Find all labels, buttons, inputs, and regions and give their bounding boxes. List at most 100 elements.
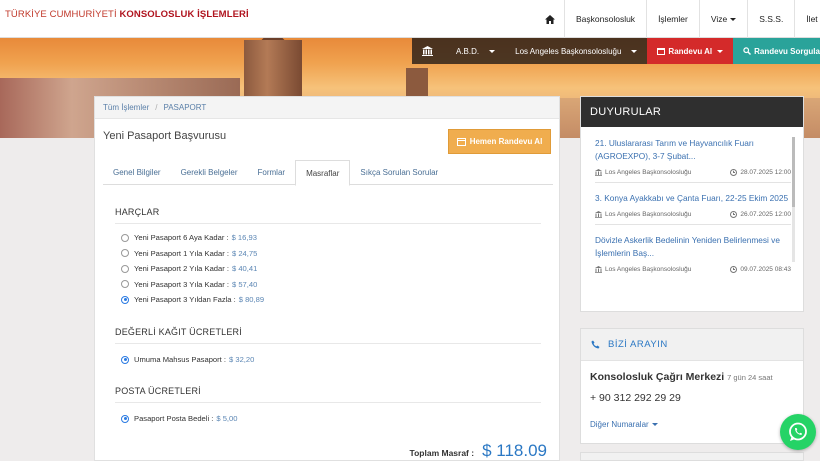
- fee-label: Yeni Pasaport 2 Yıla Kadar :: [134, 264, 229, 274]
- fee-option[interactable]: Yeni Pasaport 2 Yıla Kadar : $ 40,41: [115, 261, 541, 277]
- radio-button[interactable]: [121, 355, 129, 364]
- scrollbar-thumb[interactable]: [792, 137, 795, 207]
- consulate-label: Los Angeles Başkonsolosluğu: [515, 46, 622, 56]
- randevu-al-label: Randevu Al: [668, 46, 713, 56]
- announcements-panel: DUYURULAR 21. Uluslararası Tarım ve Hayv…: [580, 96, 804, 312]
- menu-islemler[interactable]: İşlemler: [646, 0, 699, 38]
- chevron-down-icon: [489, 49, 496, 53]
- menu-label: Vize: [710, 14, 728, 24]
- breadcrumb-root[interactable]: Tüm İşlemler: [103, 103, 149, 112]
- fee-option[interactable]: Yeni Pasaport 1 Yıla Kadar : $ 24,75: [115, 246, 541, 262]
- building-icon: [595, 169, 602, 176]
- other-numbers-dropdown[interactable]: Diğer Numaralar: [590, 420, 658, 429]
- call-heading-label: BİZİ ARAYIN: [608, 339, 668, 350]
- calendar-icon: [657, 48, 666, 55]
- fee-option[interactable]: Yeni Pasaport 3 Yıla Kadar : $ 57,40: [115, 277, 541, 293]
- total-label: Toplam Masraf :: [409, 448, 475, 458]
- posta-section: POSTA ÜCRETLERİ Pasaport Posta Bedeli : $…: [115, 386, 541, 427]
- fee-option[interactable]: Yeni Pasaport 3 Yıldan Fazla : $ 80,89: [115, 292, 541, 308]
- call-center-hours: 7 gün 24 saat: [727, 373, 773, 382]
- fee-price: $ 40,41: [232, 264, 258, 274]
- tab-sss[interactable]: Sıkça Sorulan Sorular: [350, 160, 448, 185]
- fee-label: Yeni Pasaport 6 Aya Kadar :: [134, 233, 229, 243]
- call-us-panel: BİZİ ARAYIN Konsolosluk Çağrı Merkezi 7 …: [580, 328, 804, 444]
- menu-sss[interactable]: S.S.S.: [747, 0, 794, 38]
- site-logo[interactable]: TÜRKİYE CUMHURİYETİ KONSOLOSLUK İŞLEMLER…: [5, 9, 249, 20]
- announcements-scrollbar[interactable]: [792, 137, 795, 262]
- tab-masraflar[interactable]: Masraflar: [295, 160, 351, 186]
- consulate-select[interactable]: Los Angeles Başkonsolosluğu: [505, 38, 648, 64]
- announcement-item[interactable]: 21. Uluslararası Tarım ve Hayvancılık Fu…: [595, 137, 791, 183]
- radio-button[interactable]: [121, 414, 129, 423]
- fee-price: $ 5,00: [216, 414, 238, 424]
- fee-label: Yeni Pasaport 1 Yıla Kadar :: [134, 248, 229, 258]
- top-navbar: TÜRKİYE CUMHURİYETİ KONSOLOSLUK İŞLEMLER…: [0, 0, 820, 38]
- announcement-date: 28.07.2025 12:00: [730, 169, 791, 176]
- date-label: 09.07.2025 08:43: [740, 266, 791, 273]
- radio-button[interactable]: [121, 264, 129, 273]
- phone-number[interactable]: + 90 312 292 29 29: [590, 392, 681, 404]
- tab-label: Formlar: [257, 168, 286, 177]
- menu-vize[interactable]: Vize: [698, 0, 747, 38]
- degerli-kagit-section: DEĞERLİ KAĞIT ÜCRETLERİ Umuma Mahsus Pas…: [115, 327, 541, 368]
- hemen-randevu-al-button[interactable]: Hemen Randevu Al: [448, 129, 551, 154]
- appt-button-label: Hemen Randevu Al: [469, 137, 543, 146]
- radio-button[interactable]: [121, 295, 129, 304]
- announcement-date: 09.07.2025 08:43: [730, 266, 791, 273]
- announcement-title[interactable]: 21. Uluslararası Tarım ve Hayvancılık Fu…: [595, 137, 791, 163]
- fee-option[interactable]: Pasaport Posta Bedeli : $ 5,00: [115, 411, 541, 427]
- chevron-down-icon: [651, 423, 658, 427]
- clock-icon: [730, 266, 738, 273]
- randevu-sorgula-button[interactable]: Randevu Sorgula: [733, 38, 820, 64]
- search-icon: [743, 47, 752, 55]
- fee-price: $ 32,20: [229, 355, 255, 365]
- announcement-title[interactable]: 3. Konya Ayakkabı ve Çanta Fuarı, 22-25 …: [595, 192, 791, 205]
- menu-iletisim[interactable]: İlet: [794, 0, 820, 38]
- building-icon: [412, 38, 446, 64]
- building-icon: [595, 211, 602, 218]
- whatsapp-button[interactable]: [780, 414, 816, 450]
- announcement-title[interactable]: Dövizle Askerlik Bedelinin Yeniden Belir…: [595, 234, 791, 260]
- fee-price: $ 24,75: [232, 248, 258, 258]
- next-panel-edge: [580, 452, 804, 461]
- tab-formlar[interactable]: Formlar: [248, 160, 296, 185]
- harclar-section: HARÇLAR Yeni Pasaport 6 Aya Kadar : $ 16,…: [115, 207, 541, 308]
- breadcrumb: Tüm İşlemler / PASAPORT: [95, 97, 559, 119]
- menu-label: İşlemler: [658, 14, 688, 24]
- radio-button[interactable]: [121, 249, 129, 258]
- announcement-date: 26.07.2025 12:00: [730, 211, 791, 218]
- home-icon[interactable]: [536, 0, 564, 38]
- fee-label: Pasaport Posta Bedeli :: [134, 414, 214, 424]
- radio-button[interactable]: [121, 233, 129, 242]
- tab-gerekli-belgeler[interactable]: Gerekli Belgeler: [171, 160, 248, 185]
- menu-baskonsolosluk[interactable]: Başkonsolosluk: [564, 0, 646, 38]
- announcement-office: Los Angeles Başkonsolosluğu: [595, 266, 691, 273]
- randevu-sorgula-label: Randevu Sorgula: [754, 46, 820, 56]
- radio-button[interactable]: [121, 280, 129, 289]
- office-label: Los Angeles Başkonsolosluğu: [605, 211, 692, 218]
- menu-label: S.S.S.: [759, 14, 784, 24]
- fee-label: Umuma Mahsus Pasaport :: [134, 355, 227, 365]
- fee-price: $ 57,40: [232, 279, 258, 289]
- announcement-item[interactable]: 3. Konya Ayakkabı ve Çanta Fuarı, 22-25 …: [595, 192, 791, 225]
- call-center-name: Konsolosluk Çağrı Merkezi: [590, 371, 725, 383]
- whatsapp-icon: [789, 422, 807, 441]
- randevu-al-button[interactable]: Randevu Al: [647, 38, 734, 64]
- tab-label: Sıkça Sorulan Sorular: [360, 168, 439, 177]
- building-icon: [595, 266, 602, 273]
- fee-option[interactable]: Yeni Pasaport 6 Aya Kadar : $ 16,93: [115, 230, 541, 246]
- chevron-down-icon: [730, 17, 737, 21]
- announcement-item[interactable]: Dövizle Askerlik Bedelinin Yeniden Belir…: [595, 234, 791, 279]
- country-select[interactable]: A.B.D.: [446, 38, 506, 64]
- breadcrumb-current[interactable]: PASAPORT: [163, 103, 206, 112]
- announcement-office: Los Angeles Başkonsolosluğu: [595, 169, 691, 176]
- section-heading: DEĞERLİ KAĞIT ÜCRETLERİ: [115, 327, 541, 344]
- fee-option[interactable]: Umuma Mahsus Pasaport : $ 32,20: [115, 352, 541, 368]
- phone-icon: [591, 340, 600, 349]
- breadcrumb-separator: /: [155, 103, 158, 112]
- tab-label: Genel Bilgiler: [113, 168, 161, 177]
- fee-price: $ 80,89: [238, 295, 265, 305]
- office-label: Los Angeles Başkonsolosluğu: [605, 266, 692, 273]
- main-menu: Başkonsolosluk İşlemler Vize S.S.S. İlet: [536, 0, 820, 38]
- tab-genel-bilgiler[interactable]: Genel Bilgiler: [103, 160, 171, 185]
